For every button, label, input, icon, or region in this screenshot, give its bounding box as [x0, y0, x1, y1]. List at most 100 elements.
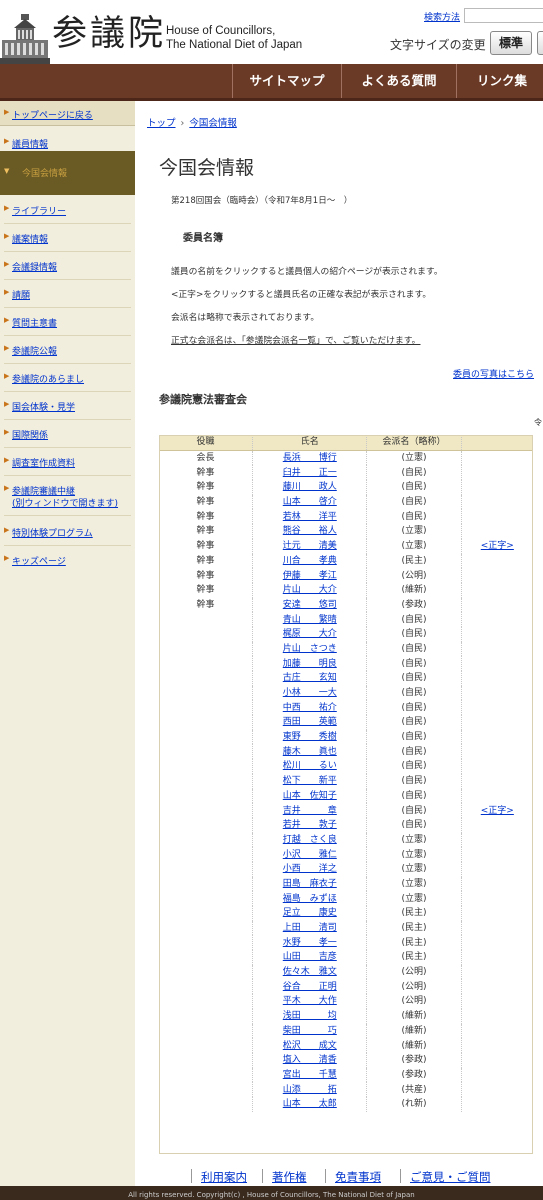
- seiji-cell: [460, 480, 533, 495]
- member-name-link[interactable]: 塩入 清香: [283, 1055, 337, 1065]
- seiji-cell: [460, 509, 533, 525]
- member-name-link[interactable]: 臼井 正一: [283, 468, 337, 478]
- diet-building-logo-icon[interactable]: [0, 14, 50, 66]
- member-name-link[interactable]: 山添 拓: [283, 1085, 337, 1095]
- search-help-link[interactable]: 検索方法: [424, 10, 460, 23]
- member-position: [159, 1082, 253, 1097]
- party-list-link[interactable]: 正式な会派名は、「参議院会派名一覧」で、ご覧いただけます。: [171, 333, 420, 346]
- member-name-link[interactable]: 長浜 博行: [283, 453, 337, 463]
- member-name-link[interactable]: 柴田 巧: [283, 1026, 337, 1036]
- member-name-link[interactable]: 若林 洋平: [283, 512, 337, 522]
- breadcrumb-home-link[interactable]: トップ: [147, 118, 176, 129]
- seiji-link[interactable]: <正字>: [481, 541, 514, 551]
- seiji-link[interactable]: <正字>: [481, 806, 514, 816]
- member-photos-link[interactable]: 委員の写真はこちら: [453, 367, 534, 380]
- member-name-link[interactable]: 松川 るい: [283, 761, 337, 771]
- sidebar-item-current-session[interactable]: ▼ 今国会情報: [0, 151, 135, 195]
- member-name-link[interactable]: 片山 さつき: [283, 644, 337, 654]
- member-name-link[interactable]: 熊谷 裕人: [283, 526, 337, 536]
- footer-link-disclaimer[interactable]: 免責事項: [335, 1169, 381, 1185]
- sidebar: ▶ トップページに戻る ▶ 議員情報 ▼ 今国会情報 ▶ ライブラリー ▶ 議案情報…: [0, 101, 135, 1166]
- member-name-cell: 足立 康史: [252, 906, 367, 921]
- nav-links[interactable]: リンク集: [456, 64, 543, 98]
- font-size-large-button[interactable]: [537, 31, 543, 55]
- site-logo-text[interactable]: 参議院: [52, 14, 166, 54]
- sidebar-item-label: トップページに戻る: [12, 111, 93, 121]
- member-name-link[interactable]: 東野 秀樹: [283, 732, 337, 742]
- table-row: 中西 祐介 (自民): [159, 700, 533, 716]
- member-name-link[interactable]: 福島 みずほ: [283, 894, 337, 904]
- member-name-link[interactable]: 辻元 清美: [283, 541, 337, 551]
- seiji-cell: [460, 773, 533, 789]
- sidebar-item-label: 請願: [12, 291, 31, 301]
- member-name-link[interactable]: 松沢 成文: [283, 1041, 337, 1051]
- member-name-link[interactable]: 足立 康史: [283, 908, 337, 918]
- nav-faq[interactable]: よくある質問: [341, 64, 456, 98]
- member-name-link[interactable]: 青山 繁晴: [283, 615, 337, 625]
- instruction-text: 議員の名前をクリックすると議員個人の紹介ページが表示されます。: [171, 267, 443, 277]
- footer-links: 利用案内 著作権 免責事項 ご意見・ご質問: [135, 1166, 543, 1186]
- font-size-standard-button[interactable]: 標準: [490, 31, 532, 55]
- member-name-link[interactable]: 吉井 章: [283, 806, 337, 816]
- member-name-link[interactable]: 伊藤 孝江: [283, 571, 337, 581]
- member-name-link[interactable]: 西田 英範: [283, 717, 337, 727]
- member-name-link[interactable]: 水野 孝一: [283, 938, 337, 948]
- member-name-link[interactable]: 藤木 眞也: [283, 747, 337, 757]
- member-position: [159, 759, 253, 774]
- member-position: [159, 744, 253, 759]
- footer-link-copyright[interactable]: 著作権: [272, 1169, 307, 1185]
- member-name-link[interactable]: 上田 清司: [283, 923, 337, 933]
- member-name-link[interactable]: 山田 吉彦: [283, 952, 337, 962]
- page-title: 今国会情報: [159, 157, 255, 179]
- member-name-cell: 藤木 眞也: [252, 744, 367, 760]
- member-name-link[interactable]: 小沢 雅仁: [283, 850, 337, 860]
- member-position: [159, 1024, 253, 1039]
- member-name-link[interactable]: 若井 敦子: [283, 820, 337, 830]
- nav-sitemap[interactable]: サイトマップ: [232, 64, 341, 98]
- member-name-link[interactable]: 浅田 均: [283, 1011, 337, 1021]
- member-name-link[interactable]: 打越 さく良: [283, 835, 337, 845]
- member-name-link[interactable]: 山本 太郎: [283, 1099, 337, 1109]
- member-party: (民主): [366, 920, 462, 936]
- member-name-link[interactable]: 片山 大介: [283, 585, 337, 595]
- member-party: (公明): [366, 568, 462, 583]
- member-position: [159, 862, 253, 877]
- member-name-link[interactable]: 小西 洋之: [283, 864, 337, 874]
- member-name-link[interactable]: 松下 新平: [283, 776, 337, 786]
- member-name-cell: 小西 洋之: [252, 861, 367, 877]
- member-name-link[interactable]: 小林 一大: [283, 688, 337, 698]
- footer-link-usage[interactable]: 利用案内: [201, 1169, 247, 1185]
- member-position: [159, 730, 253, 745]
- sidebar-item-label: 調査室作成資料: [12, 459, 76, 469]
- seiji-cell: [460, 671, 533, 686]
- member-party: (自民): [366, 729, 462, 745]
- member-name-link[interactable]: 平木 大作: [283, 996, 337, 1006]
- member-name-link[interactable]: 田島 麻衣子: [283, 879, 337, 889]
- member-name-link[interactable]: 宮出 千慧: [283, 1070, 337, 1080]
- member-name-link[interactable]: 梶原 大介: [283, 629, 337, 639]
- member-name-link[interactable]: 加藤 明良: [283, 659, 337, 669]
- divider: [4, 279, 131, 280]
- member-name-link[interactable]: 古庄 玄知: [283, 673, 337, 683]
- member-name-link[interactable]: 山本 啓介: [283, 497, 337, 507]
- member-name-link[interactable]: 川合 孝典: [283, 556, 337, 566]
- triangle-bullet-icon: ▶: [4, 344, 10, 352]
- seiji-cell: [460, 524, 533, 539]
- search-input[interactable]: [464, 8, 543, 23]
- footer-link-feedback[interactable]: ご意見・ご質問: [410, 1169, 491, 1185]
- triangle-bullet-icon: ▶: [4, 400, 10, 408]
- member-name-link[interactable]: 中西 祐介: [283, 703, 337, 713]
- member-party: (共産): [366, 1082, 462, 1097]
- member-name-link[interactable]: 佐々木 雅文: [283, 967, 337, 977]
- member-name-link[interactable]: 藤川 政人: [283, 482, 337, 492]
- member-name-link[interactable]: 安達 悠司: [283, 600, 337, 610]
- member-position: 幹事: [196, 541, 215, 552]
- member-name-link[interactable]: 山本 佐知子: [283, 791, 337, 801]
- seiji-cell: [460, 950, 533, 965]
- table-row: 小沢 雅仁 (立憲): [159, 847, 533, 862]
- member-name-link[interactable]: 谷合 正明: [283, 982, 337, 992]
- member-name-cell: 古庄 玄知: [252, 671, 367, 686]
- breadcrumb-current-link[interactable]: 今国会情報: [189, 118, 237, 129]
- sidebar-item-broadcast[interactable]: ▶ 参議院審議中継 (別ウィンドウで開きます): [0, 484, 135, 510]
- table-row: 山添 拓 (共産): [159, 1082, 533, 1097]
